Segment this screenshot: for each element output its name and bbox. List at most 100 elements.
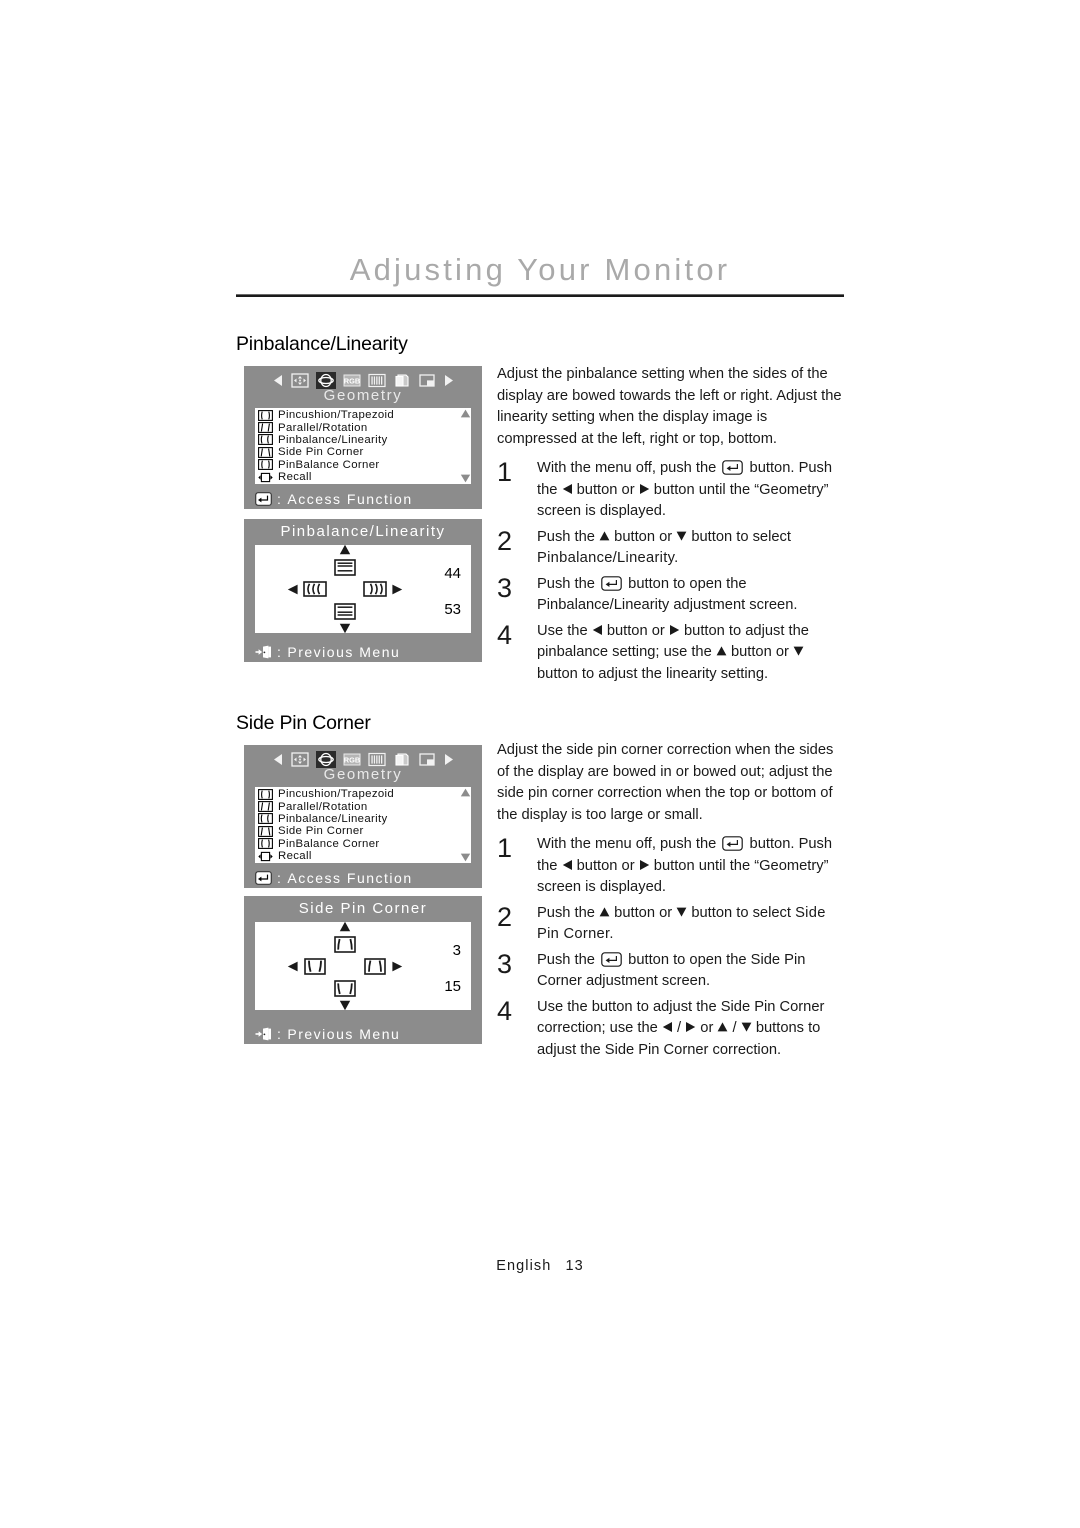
step-text-part: button or <box>730 644 789 660</box>
osd-footer-label: : <box>277 870 283 886</box>
osd-menu-item-side-pin-corner[interactable]: Side Pin Corner <box>258 446 459 458</box>
side-pin-corner-icon <box>258 825 273 837</box>
right-triangle-icon[interactable] <box>391 584 403 595</box>
step-number: 3 <box>497 948 513 979</box>
osd-pinbalance-adjust: Pinbalance/Linearity 44 53: Previous Me… <box>244 519 482 662</box>
osd-side-pin-corner-adjust: Side Pin Corner 3 15: Previous Menu <box>244 896 482 1044</box>
scroll-down-icon[interactable] <box>460 474 471 483</box>
osd-menu-item-pinbalance-corner[interactable]: PinBalance Corner <box>258 838 459 850</box>
down-triangle-icon <box>676 531 687 541</box>
parallel-rotation-icon <box>258 422 273 434</box>
left-triangle-icon <box>562 859 572 870</box>
rgb-icon: RGB <box>343 374 360 386</box>
left-triangle-icon[interactable] <box>287 961 299 972</box>
osd-footer-text: Access Function <box>287 870 413 886</box>
step-text-part: button or <box>614 528 673 545</box>
osd-scrollbar[interactable] <box>459 787 471 863</box>
right-triangle-icon <box>669 624 680 635</box>
side-pin-right-icon <box>364 957 386 975</box>
scroll-down-icon[interactable] <box>460 853 471 862</box>
up-triangle-icon[interactable] <box>339 921 351 932</box>
osd-scrollbar[interactable] <box>459 408 471 484</box>
enter-key-icon <box>601 951 622 967</box>
osd-menu-item-pincushion-trapezoid[interactable]: Pincushion/Trapezoid <box>258 409 459 421</box>
osd-icon <box>394 752 409 766</box>
left-triangle-icon[interactable] <box>287 584 299 595</box>
osd-menu-list: Pincushion/Trapezoid Parallel/Rotation P… <box>255 408 471 484</box>
up-triangle-icon <box>599 530 610 540</box>
step-text-part: button to select <box>691 904 791 921</box>
step-item: 1 With the menu off, push the button. Pu… <box>497 458 845 523</box>
exit-door-icon <box>255 645 271 659</box>
right-arrow-icon <box>444 753 453 765</box>
osd-selected-icon-wrapper <box>315 750 336 768</box>
step-text-part: button or <box>576 857 635 874</box>
osd-footer-previous-menu: : Previous Menu <box>255 644 400 660</box>
pinbalance-linearity-icon <box>258 434 273 446</box>
osd-menu-item-pinbalance-linearity[interactable]: Pinbalance/Linearity <box>258 434 459 446</box>
step-text-part: button until the <box>653 481 751 498</box>
osd-menu-item-pinbalance-linearity[interactable]: Pinbalance/Linearity <box>258 813 459 825</box>
osd-menu-item-pincushion-trapezoid[interactable]: Pincushion/Trapezoid <box>258 788 459 800</box>
step-text-part: Push the <box>537 904 595 921</box>
step-number: 2 <box>497 901 513 932</box>
osd-menu-item-recall[interactable]: Recall <box>258 471 459 483</box>
osd-footer-text: Previous Menu <box>287 644 401 660</box>
osd-menu-item-parallel-rotation[interactable]: Parallel/Rotation <box>258 421 459 434</box>
osd-menu-item-recall[interactable]: Recall <box>258 850 459 862</box>
step-item: 3 Push the button to open the Pinbalance… <box>497 574 845 617</box>
footer-page-number: 13 <box>565 1258 584 1274</box>
side-pin-left-icon <box>304 957 326 975</box>
step-number: 3 <box>497 572 513 603</box>
step-text-part: pinbalance setting; use the <box>537 644 712 660</box>
osd-menu-item-label: Recall <box>278 850 312 863</box>
up-triangle-icon <box>716 646 727 656</box>
step-item: 2 Push the button or button to select Si… <box>497 903 845 946</box>
scroll-up-icon[interactable] <box>460 409 471 418</box>
step-text: Push the button or button to select Pinb… <box>537 527 845 570</box>
osd-adjust-title: Side Pin Corner <box>298 900 428 917</box>
linearity-bottom-icon <box>334 602 356 620</box>
step-number: 1 <box>497 457 513 487</box>
down-triangle-icon[interactable] <box>339 623 351 634</box>
adjust-direction-cluster <box>286 920 404 1012</box>
step-text-part: button to select <box>691 528 791 545</box>
step-text-part: or <box>700 1020 714 1036</box>
step-item: 4 Use the button to adjust the Side Pin … <box>497 997 845 1062</box>
side-pin-value: 3 <box>452 942 461 959</box>
step-text: With the menu off, push the button. Push… <box>537 834 845 899</box>
left-triangle-icon <box>562 483 572 494</box>
step-text-part: With the menu off, push the <box>537 836 717 852</box>
osd-menu-item-side-pin-corner[interactable]: Side Pin Corner <box>258 825 459 837</box>
osd-menu-item-pinbalance-corner[interactable]: PinBalance Corner <box>258 459 459 471</box>
osd-menu-item-label: Side Pin Corner <box>278 825 364 838</box>
section-heading-pinbalance: Pinbalance/Linearity <box>236 333 408 355</box>
step-number: 4 <box>497 619 513 650</box>
geometry-icon <box>317 752 334 766</box>
step-text-part: correction. <box>712 1041 782 1058</box>
recall-icon <box>258 472 273 482</box>
up-triangle-icon <box>599 906 610 916</box>
osd-menu-item-parallel-rotation[interactable]: Parallel/Rotation <box>258 800 459 813</box>
right-triangle-icon[interactable] <box>391 961 403 972</box>
step-text: Push the button to open the Pinbalance/L… <box>537 574 845 617</box>
footer-language: English <box>496 1258 552 1274</box>
recall-icon <box>258 851 273 861</box>
linearity-value: 53 <box>444 601 461 618</box>
section-copy-pinbalance: Adjust the pinbalance setting when the s… <box>497 364 845 689</box>
osd-menu-item-label: Parallel/Rotation <box>278 421 368 434</box>
geometry-icon <box>317 373 334 387</box>
osd-menu-list: Pincushion/Trapezoid Parallel/Rotation P… <box>255 787 471 863</box>
down-triangle-icon[interactable] <box>339 1000 351 1011</box>
step-text: Use the button to adjust the Side Pin Co… <box>537 997 845 1062</box>
step-item: 4 Use the button or button to adjust the… <box>497 621 845 686</box>
enter-key-icon <box>722 460 744 475</box>
step-text-part: button to open the <box>628 575 747 592</box>
side-pin-corner-value: 15 <box>444 978 461 995</box>
left-arrow-icon <box>273 753 282 765</box>
section-intro: Adjust the side pin corner correction wh… <box>497 742 834 823</box>
up-triangle-icon[interactable] <box>339 544 351 555</box>
svg-text:RGB: RGB <box>343 755 359 764</box>
osd-menu-item-label: Parallel/Rotation <box>278 800 368 813</box>
scroll-up-icon[interactable] <box>460 788 471 797</box>
